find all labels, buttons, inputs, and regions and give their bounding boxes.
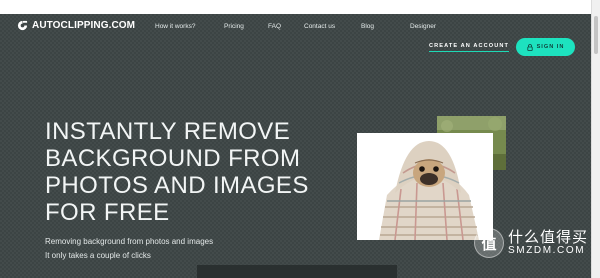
- hero-subtext: Removing background from photos and imag…: [45, 235, 213, 263]
- scrollbar-thumb[interactable]: [594, 16, 598, 54]
- headline-line: INSTANTLY REMOVE: [45, 118, 291, 145]
- site-logo[interactable]: AUTOCLIPPING.COM: [17, 20, 135, 31]
- nav-designer[interactable]: Designer: [410, 23, 436, 30]
- nav-contact-us[interactable]: Contact us: [304, 23, 335, 30]
- background-removed-photo: [357, 133, 493, 240]
- watermark: 值 什么值得买 SMZDM.COM: [474, 228, 588, 258]
- lock-icon: [526, 43, 533, 51]
- subtext-line: It only takes a couple of clicks: [45, 251, 151, 260]
- logo-text: AUTOCLIPPING.COM: [32, 20, 136, 31]
- nav-how-it-works[interactable]: How it works?: [155, 23, 195, 30]
- autoclipping-logo-icon: [17, 20, 28, 31]
- subtext-line: Removing background from photos and imag…: [45, 237, 214, 246]
- headline-line: PHOTOS AND IMAGES: [45, 172, 309, 199]
- pug-photo-cutout: [357, 133, 493, 240]
- nav-blog[interactable]: Blog: [361, 23, 374, 30]
- page-scrollbar[interactable]: [591, 0, 600, 278]
- nav-faq[interactable]: FAQ: [268, 23, 281, 30]
- watermark-badge-icon: 值: [474, 228, 504, 258]
- watermark-cn: 什么值得买: [508, 228, 589, 246]
- watermark-text: 什么值得买 SMZDM.COM: [508, 229, 588, 257]
- sign-in-button[interactable]: SIGN IN: [516, 38, 575, 56]
- nav-pricing[interactable]: Pricing: [224, 23, 244, 30]
- create-account-link[interactable]: CREATE AN ACCOUNT: [429, 43, 510, 52]
- headline-line: FOR FREE: [45, 199, 170, 226]
- sign-in-label: SIGN IN: [536, 44, 565, 50]
- headline-line: BACKGROUND FROM: [45, 145, 301, 172]
- bottom-strip: [197, 265, 397, 278]
- hero-headline: INSTANTLY REMOVE BACKGROUND FROM PHOTOS …: [45, 118, 365, 226]
- watermark-en: SMZDM.COM: [508, 245, 586, 256]
- page: AUTOCLIPPING.COM How it works? Pricing F…: [0, 0, 600, 278]
